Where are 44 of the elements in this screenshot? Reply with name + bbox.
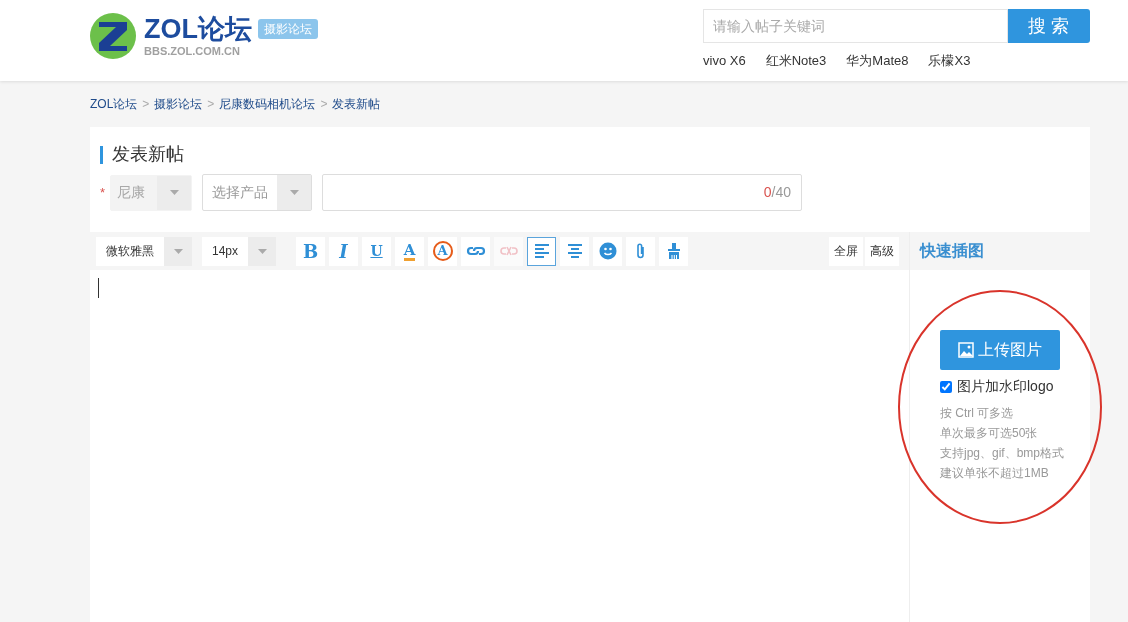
hot-link[interactable]: 华为Mate8 — [846, 51, 909, 71]
caret-icon — [169, 190, 179, 195]
toolbar-text-button[interactable]: 全屏 — [829, 236, 863, 266]
breadcrumb-separator: > — [207, 96, 215, 113]
form-heading: 发表新帖 — [112, 143, 184, 166]
hot-link[interactable]: 乐檬X3 — [928, 51, 971, 71]
title-field[interactable]: 0/40 — [322, 174, 803, 211]
watermark-label: 图片加水印logo — [957, 377, 1054, 396]
breadcrumb-link[interactable]: ZOL论坛 — [90, 95, 138, 113]
required-mark: * — [100, 183, 106, 202]
hint-text: 建议单张不超过1MB — [940, 465, 1050, 482]
size-select[interactable]: 14px — [202, 236, 277, 266]
caret-icon — [257, 248, 267, 254]
hot-link[interactable]: 红米Note3 — [765, 51, 827, 71]
hint-text: 按 Ctrl 可多选 — [940, 405, 1015, 422]
align-center-button[interactable] — [560, 236, 590, 266]
breadcrumb-separator: > — [142, 96, 150, 113]
breadcrumb-separator: > — [320, 96, 328, 113]
logo-icon — [90, 13, 136, 59]
breadcrumb-link[interactable]: 摄影论坛 — [154, 95, 203, 113]
side-panel-title: 快速插图 — [920, 241, 984, 261]
hint-text: 单次最多可选50张 — [940, 425, 1039, 442]
font-select[interactable]: 微软雅黑 — [96, 236, 192, 266]
breadcrumb-link[interactable]: 发表新帖 — [332, 95, 381, 113]
hot-link[interactable]: vivo X6 — [703, 51, 746, 71]
logo-subtitle: BBS.ZOL.COM.CN — [144, 44, 241, 58]
attachment-button[interactable] — [626, 236, 656, 266]
hint-text: 支持jpg、gif、bmp格式 — [940, 445, 1066, 462]
character-counter: 0/40 — [763, 183, 792, 202]
emoji-icon — [597, 241, 618, 261]
logo-title[interactable]: ZOL论坛 — [144, 14, 252, 44]
link-button[interactable] — [461, 236, 491, 266]
breadcrumb-link[interactable]: 尼康数码相机论坛 — [219, 95, 316, 113]
caret-icon — [289, 190, 299, 195]
emoji-button[interactable] — [593, 236, 623, 266]
image-icon — [958, 342, 974, 358]
caret-icon — [173, 248, 183, 254]
text-cursor — [98, 278, 99, 298]
watermark-checkbox[interactable] — [940, 380, 952, 393]
toolbar-text-button[interactable]: 高级 — [865, 236, 899, 266]
clear-format-button[interactable] — [659, 236, 689, 266]
align-left-button[interactable] — [527, 236, 557, 266]
search-field[interactable]: 请输入帖子关键词 — [703, 9, 1008, 43]
underline-button[interactable]: U — [362, 236, 392, 266]
